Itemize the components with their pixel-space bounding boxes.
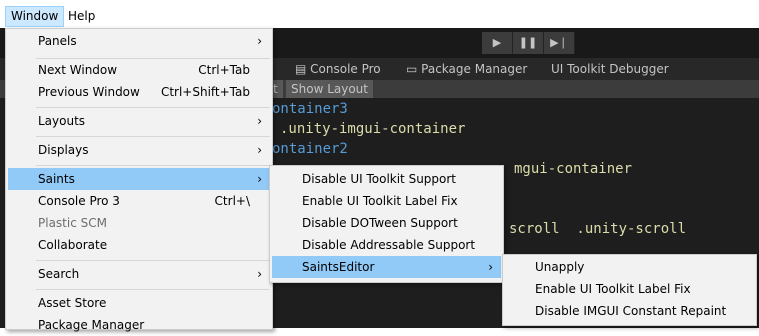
- separator: [36, 107, 270, 108]
- menu-item-panels[interactable]: Panels ›: [8, 30, 270, 52]
- chevron-right-icon: ›: [257, 34, 262, 48]
- menu-help[interactable]: Help: [63, 7, 100, 26]
- tab-console-pro[interactable]: ▤ Console Pro: [295, 58, 381, 80]
- menu-item-console-pro-3[interactable]: Console Pro 3 Ctrl+\: [8, 190, 270, 212]
- menu-item-shortcut: Ctrl+Shift+Tab: [160, 85, 250, 99]
- menu-item-label: Enable UI Toolkit Label Fix: [302, 194, 458, 208]
- code-line: scroll .unity-scroll: [509, 221, 687, 237]
- menu-item-label: Collaborate: [38, 238, 108, 252]
- menu-item-saintseditor[interactable]: SaintsEditor ›: [272, 256, 501, 278]
- menu-item-saints[interactable]: Saints ›: [8, 168, 270, 190]
- tab-package-manager[interactable]: ▭ Package Manager: [406, 58, 527, 80]
- console-icon: ▤: [295, 62, 311, 76]
- menu-item-shortcut: Ctrl+\: [214, 194, 250, 208]
- menu-item-label: Disable Addressable Support: [302, 238, 476, 252]
- menu-item-label: Asset Store: [38, 296, 107, 310]
- menu-item-previous-window[interactable]: Previous Window Ctrl+Shift+Tab: [8, 81, 270, 103]
- menu-item-disable-ui-toolkit-support[interactable]: Disable UI Toolkit Support: [272, 168, 501, 190]
- chevron-right-icon: ›: [257, 267, 262, 281]
- menu-item-label: Displays: [38, 143, 89, 157]
- pause-icon[interactable]: ❚❚: [513, 32, 544, 54]
- menu-item-displays[interactable]: Displays ›: [8, 139, 270, 161]
- code-line: mgui-container: [514, 161, 633, 177]
- menu-item-label: Console Pro 3: [38, 194, 120, 208]
- menu-item-label: Unapply: [535, 260, 585, 274]
- menu-item-asset-store[interactable]: Asset Store: [8, 292, 270, 314]
- separator: [36, 165, 270, 166]
- step-icon[interactable]: ▶❘: [544, 32, 575, 54]
- saints-submenu: Disable UI Toolkit Support Enable UI Too…: [269, 165, 504, 283]
- menu-item-label: Panels: [38, 34, 77, 48]
- separator: [36, 289, 270, 290]
- menu-window[interactable]: Window: [5, 6, 65, 27]
- menu-item-unapply[interactable]: Unapply: [505, 256, 754, 278]
- menu-item-label: Plastic SCM: [38, 216, 107, 230]
- menu-item-enable-ui-toolkit-label-fix[interactable]: Enable UI Toolkit Label Fix: [272, 190, 501, 212]
- play-icon[interactable]: ▶: [482, 32, 513, 54]
- chevron-right-icon: ›: [257, 114, 262, 128]
- menu-item-label: SaintsEditor: [302, 260, 375, 274]
- tab-package-manager-label: Package Manager: [421, 62, 528, 76]
- menu-item-shortcut: Ctrl+Tab: [198, 63, 250, 77]
- tab-console-pro-label: Console Pro: [310, 62, 381, 76]
- tab-ui-toolkit-debugger[interactable]: UI Toolkit Debugger: [551, 58, 669, 80]
- menu-item-layouts[interactable]: Layouts ›: [8, 110, 270, 132]
- chevron-right-icon: ›: [257, 143, 262, 157]
- menu-item-label: Previous Window: [38, 85, 140, 99]
- show-layout-button[interactable]: Show Layout: [286, 80, 373, 98]
- menu-item-label: Package Manager: [38, 318, 145, 332]
- menu-item-label: Saints: [38, 172, 75, 186]
- play-controls: ▶ ❚❚ ▶❘: [482, 32, 575, 54]
- menu-item-disable-dotween-support[interactable]: Disable DOTween Support: [272, 212, 501, 234]
- code-line: .unity-imgui-container: [280, 121, 466, 137]
- saintseditor-submenu: Unapply Enable UI Toolkit Label Fix Disa…: [502, 254, 757, 326]
- menu-item-label: Search: [38, 267, 80, 281]
- menu-item-disable-imgui-constant-repaint[interactable]: Disable IMGUI Constant Repaint: [505, 300, 754, 322]
- separator: [36, 136, 270, 137]
- menu-item-search[interactable]: Search ›: [8, 263, 270, 285]
- menu-item-label: Disable DOTween Support: [302, 216, 458, 230]
- menu-item-package-manager[interactable]: Package Manager: [8, 314, 270, 336]
- menu-item-label: Layouts: [38, 114, 86, 128]
- menu-item-plastic-scm: Plastic SCM: [8, 212, 270, 234]
- menu-item-label: Enable UI Toolkit Label Fix: [535, 282, 691, 296]
- chevron-right-icon: ›: [257, 172, 262, 186]
- menu-item-disable-addressable-support[interactable]: Disable Addressable Support: [272, 234, 501, 256]
- menu-item-next-window[interactable]: Next Window Ctrl+Tab: [8, 59, 270, 81]
- menu-bar: Window Help: [0, 0, 759, 28]
- menu-item-enable-ui-toolkit-label-fix-2[interactable]: Enable UI Toolkit Label Fix: [505, 278, 754, 300]
- menu-item-label: Next Window: [38, 63, 118, 77]
- code-line: ontainer2: [272, 141, 348, 157]
- separator: [36, 260, 270, 261]
- code-line: ontainer3: [272, 101, 348, 117]
- menu-item-collaborate[interactable]: Collaborate: [8, 234, 270, 256]
- menu-item-label: Disable IMGUI Constant Repaint: [535, 304, 727, 318]
- chevron-right-icon: ›: [488, 260, 493, 274]
- menu-item-label: Disable UI Toolkit Support: [302, 172, 457, 186]
- package-icon: ▭: [406, 62, 422, 76]
- window-menu: Panels › Next Window Ctrl+Tab Previous Win…: [5, 28, 273, 332]
